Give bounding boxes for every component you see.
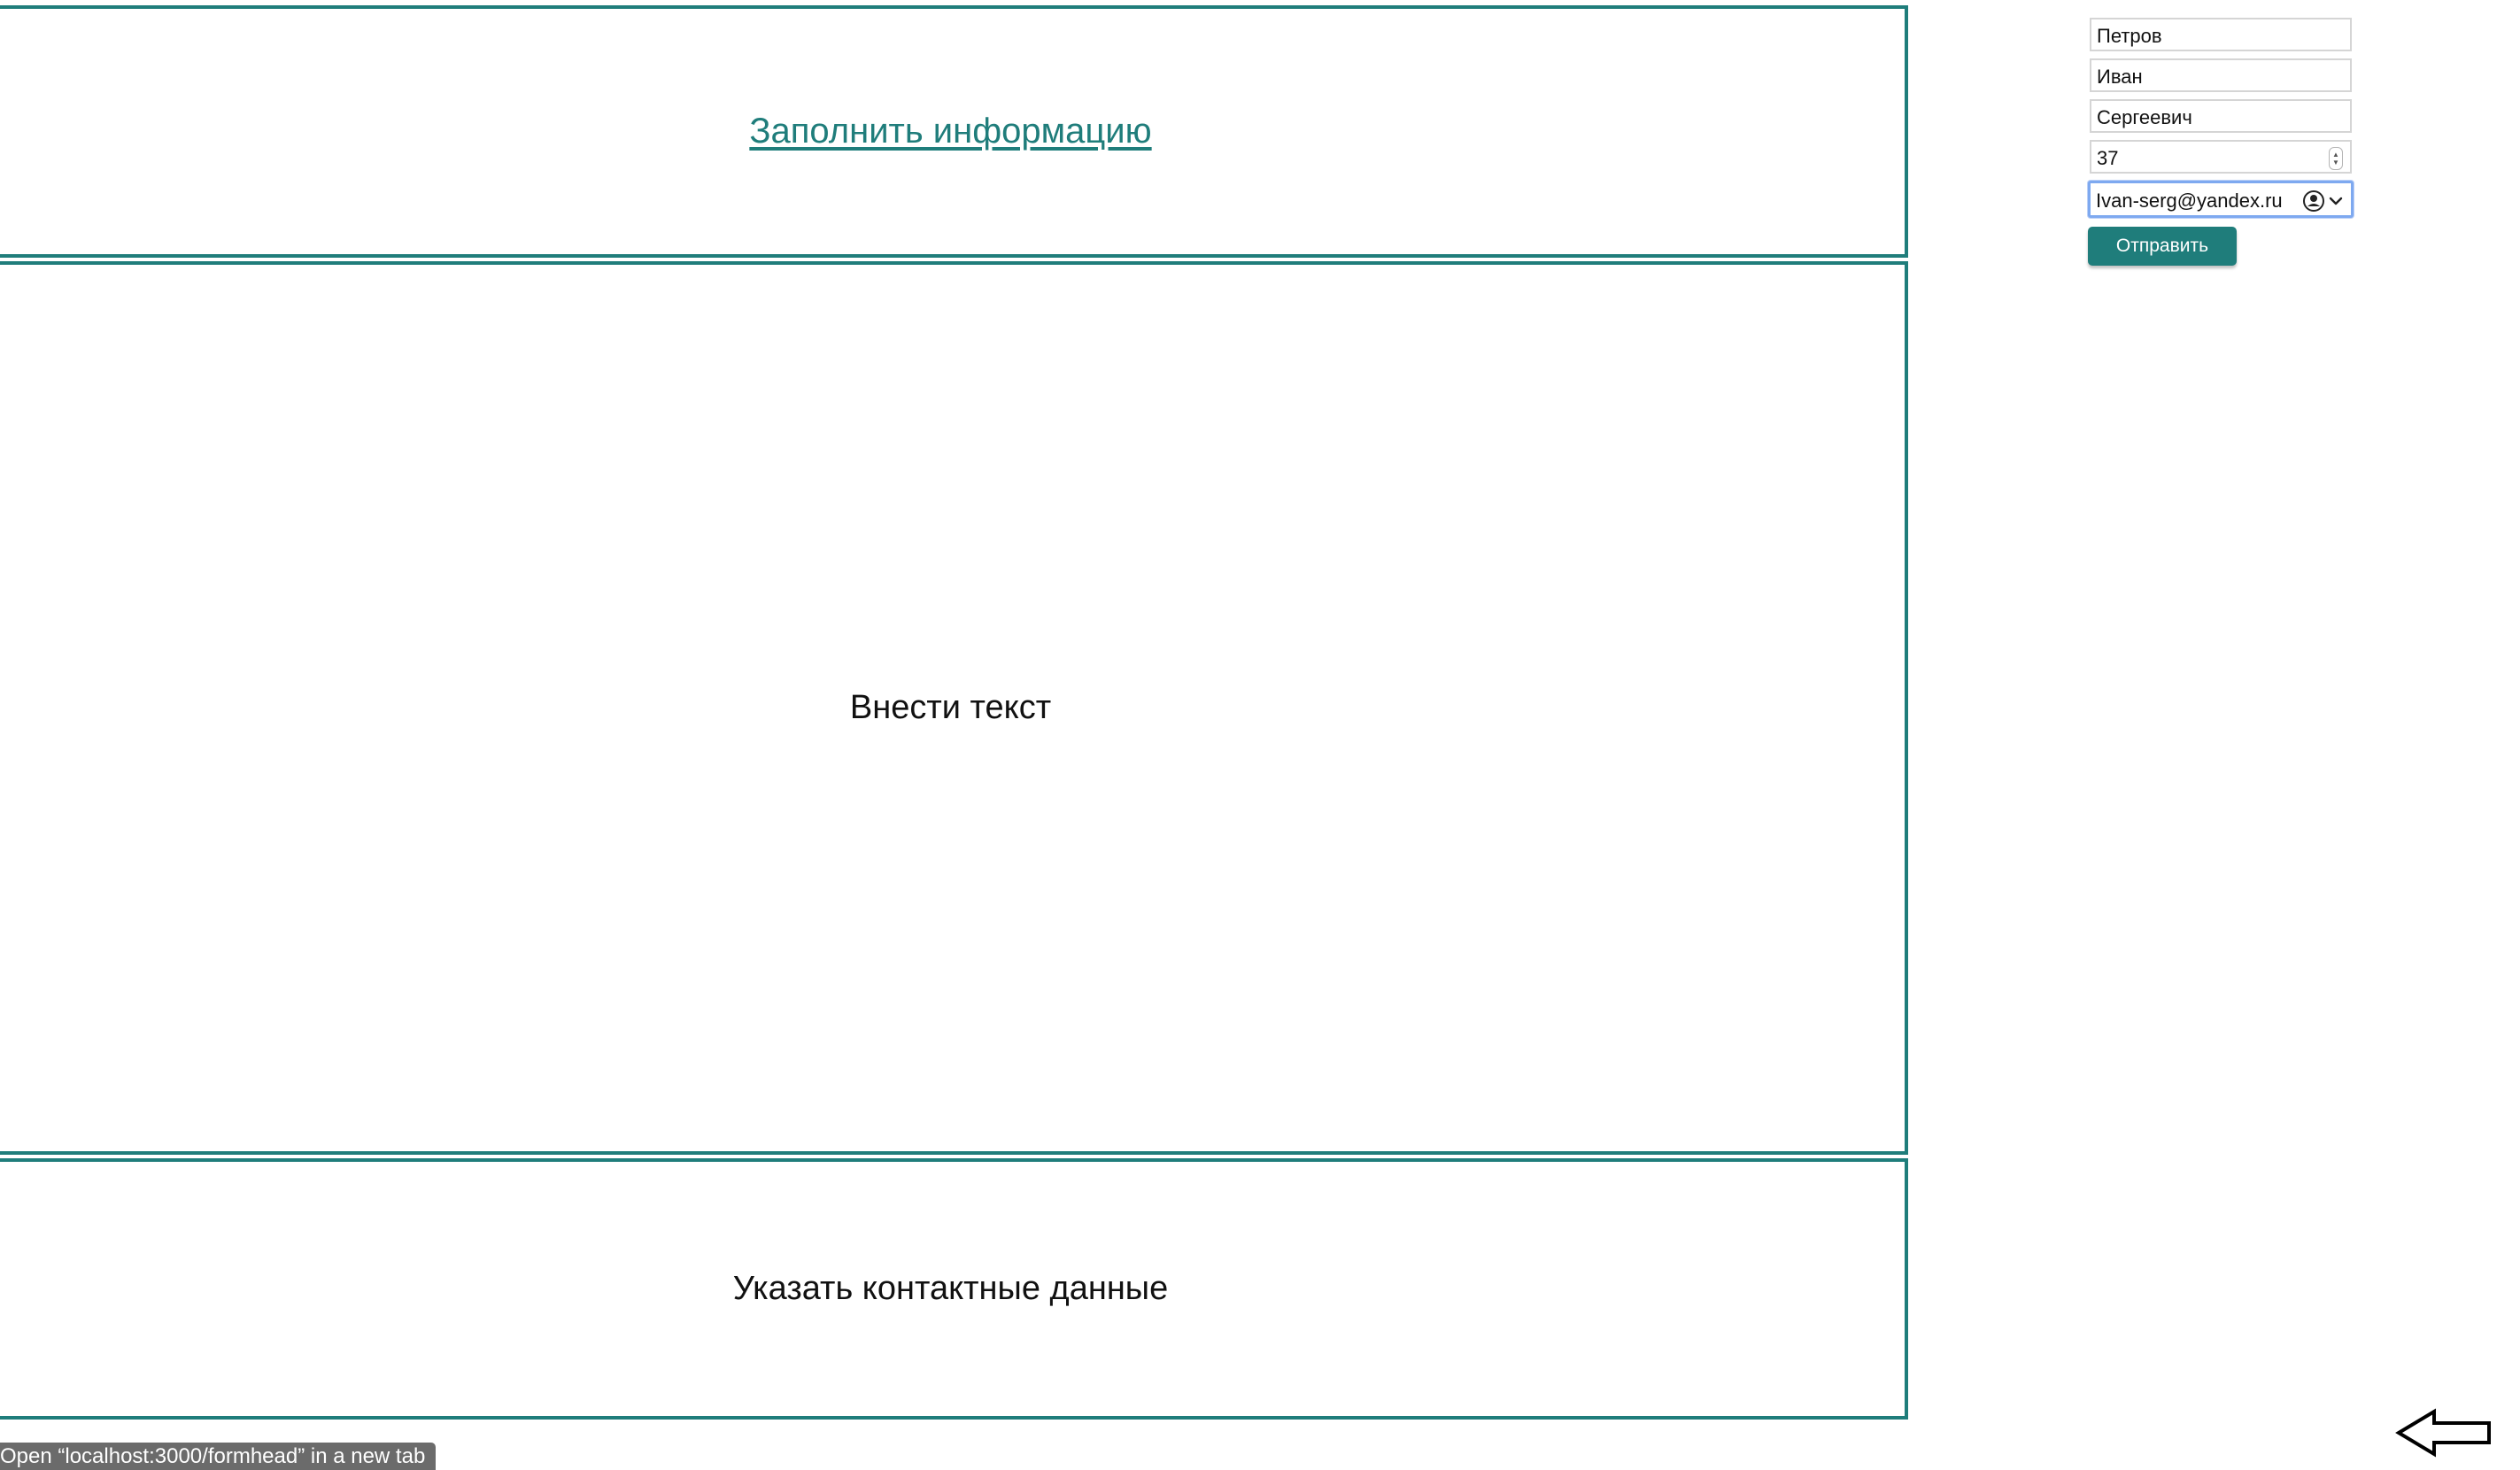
last-name-field-wrapper (2090, 18, 2352, 51)
chevron-down-icon (2329, 197, 2343, 205)
first-name-field-wrapper (2090, 58, 2352, 92)
age-field-wrapper: ▲ ▼ (2090, 140, 2352, 174)
panel-fill-info: Заполнить информацию (0, 5, 1908, 258)
panel-contact-details: Указать контактные данные (0, 1158, 1908, 1420)
stepper-down-icon[interactable]: ▼ (2332, 159, 2339, 166)
enter-text-label: Внести текст (849, 689, 1052, 726)
person-form: ▲ ▼ Отправить (2088, 18, 2355, 266)
autofill-button[interactable] (2302, 190, 2344, 213)
page: Заполнить информацию Внести текст Указат… (0, 0, 2520, 1470)
email-field-wrapper (2088, 181, 2354, 218)
stepper-icon[interactable]: ▲ ▼ (2329, 147, 2343, 170)
last-name-input[interactable] (2091, 19, 2350, 50)
panel-enter-text: Внести текст (0, 261, 1908, 1155)
stepper-up-icon[interactable]: ▲ (2332, 151, 2339, 159)
first-name-input[interactable] (2091, 60, 2350, 90)
submit-button[interactable]: Отправить (2088, 227, 2237, 266)
contact-details-label: Указать контактные данные (732, 1270, 1169, 1307)
fill-info-link[interactable]: Заполнить информацию (749, 112, 1151, 151)
link-status-tooltip: Open “localhost:3000/formhead” in a new … (0, 1443, 437, 1470)
middle-name-field-wrapper (2090, 99, 2352, 133)
middle-name-input[interactable] (2091, 101, 2350, 131)
age-input[interactable] (2091, 142, 2350, 172)
autofill-contact-icon (2303, 190, 2324, 212)
back-arrow-icon[interactable] (2395, 1408, 2493, 1458)
